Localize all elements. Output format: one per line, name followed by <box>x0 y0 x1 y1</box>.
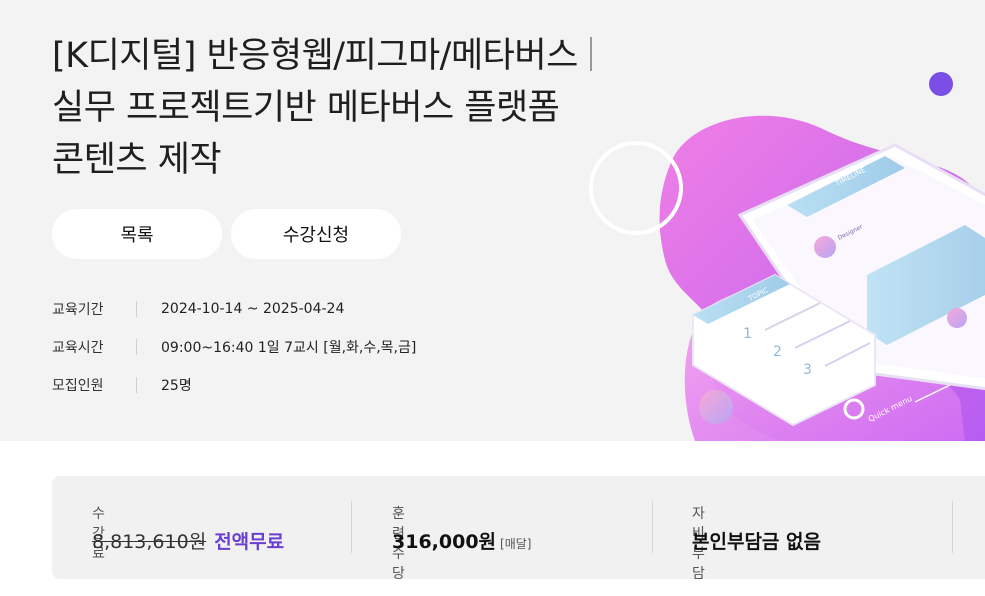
allowance-unit: [매달] <box>500 537 532 551</box>
list-button[interactable]: 목록 <box>52 209 222 259</box>
course-illustration: TIMELINE Designer TOPIC 1 2 3 Quick menu <box>589 72 985 441</box>
apply-button[interactable]: 수강신청 <box>231 209 401 259</box>
violet-dot <box>929 72 953 96</box>
gradient-ball <box>699 390 733 424</box>
info-label: 모집인원 <box>52 378 104 394</box>
course-info: 교육기간 2024-10-14 ~ 2025-04-24 교육시간 09:00~… <box>52 290 416 404</box>
info-row-capacity: 모집인원 25명 <box>52 366 416 404</box>
course-hero: [K디지털] 반응형웹/피그마/메타버스 실무 프로젝트기반 메타버스 플랫폼 … <box>0 0 985 441</box>
summary-divider <box>652 501 653 553</box>
summary-divider <box>351 501 352 553</box>
course-title-line-1: [K디지털] 반응형웹/피그마/메타버스 <box>52 36 578 76</box>
tuition-value: 8,813,610원 전액무료 <box>92 527 284 554</box>
step-number: 3 <box>803 362 812 378</box>
course-title: [K디지털] 반응형웹/피그마/메타버스 실무 프로젝트기반 메타버스 플랫폼 … <box>52 30 652 186</box>
course-summary: 수강료 8,813,610원 전액무료 훈련수당 316,000원 [매달] 자비부… <box>52 476 985 582</box>
allowance-value: 316,000원 <box>392 531 497 553</box>
info-divider <box>136 377 137 393</box>
info-row-period: 교육기간 2024-10-14 ~ 2025-04-24 <box>52 290 416 328</box>
step-number: 2 <box>773 344 782 360</box>
info-divider <box>136 339 137 355</box>
info-value: 2024-10-14 ~ 2025-04-24 <box>161 301 345 317</box>
info-value: 25명 <box>161 378 192 394</box>
info-value: 09:00~16:40 1일 7교시 [월,화,수,목,금] <box>161 340 417 356</box>
course-title-line-2: 실무 프로젝트기반 메타버스 플랫폼 <box>52 88 560 128</box>
info-divider <box>136 301 137 317</box>
self-pay-value: 본인부담금 없음 <box>692 531 821 553</box>
info-label: 교육기간 <box>52 302 104 318</box>
tuition-free-badge: 전액무료 <box>214 531 285 553</box>
summary-divider <box>952 501 953 553</box>
info-row-hours: 교육시간 09:00~16:40 1일 7교시 [월,화,수,목,금] <box>52 328 416 366</box>
allowance-value-wrap: 316,000원 [매달] <box>392 527 531 554</box>
course-title-line-3: 콘텐츠 제작 <box>52 140 222 180</box>
tuition-original-price: 8,813,610원 <box>92 531 207 553</box>
step-number: 1 <box>743 326 752 342</box>
info-label: 교육시간 <box>52 340 104 356</box>
